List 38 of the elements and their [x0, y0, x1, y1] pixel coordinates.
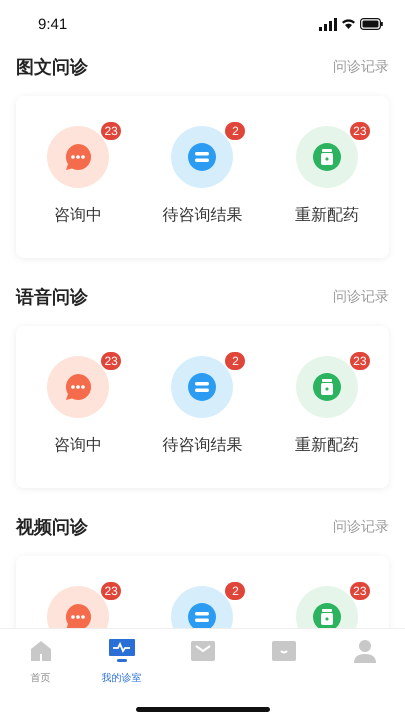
battery-icon: [360, 18, 383, 30]
monitor-icon: [108, 639, 134, 663]
count-badge: 23: [350, 122, 370, 140]
records-link[interactable]: 问诊记录: [333, 288, 389, 306]
status-label: 咨询中: [54, 435, 102, 456]
status-time: 9:41: [38, 16, 68, 32]
medicine-bottle-icon: [312, 143, 341, 171]
count-badge: 23: [101, 122, 122, 140]
equals-icon: [188, 373, 216, 401]
count-badge: 23: [350, 352, 370, 370]
signal-icon: [319, 18, 337, 30]
tab-item[interactable]: 我的诊室: [81, 639, 162, 720]
count-badge: 2: [225, 582, 246, 600]
section-title: 图文问诊: [16, 56, 88, 79]
status-label: 重新配药: [294, 435, 359, 456]
status-label: 咨询中: [54, 205, 102, 226]
count-badge: 23: [350, 582, 370, 600]
message-icon: [272, 639, 296, 663]
wifi-icon: [342, 19, 355, 29]
count-badge: 23: [101, 352, 122, 370]
records-link[interactable]: 问诊记录: [333, 58, 389, 76]
equals-icon: [188, 143, 216, 171]
status-label: 重新配药: [294, 205, 359, 226]
count-badge: 23: [101, 582, 122, 600]
envelope-icon: [190, 639, 214, 663]
section-title: 视频问诊: [16, 516, 88, 539]
tab-item[interactable]: 首页: [0, 639, 81, 720]
person-icon: [352, 639, 376, 663]
chat-bubble-icon: [64, 373, 92, 401]
count-badge: 2: [225, 352, 246, 370]
medicine-bottle-icon: [312, 373, 341, 401]
count-badge: 2: [225, 122, 246, 140]
chat-bubble-icon: [64, 143, 92, 171]
status-label: 待咨询结果: [162, 205, 242, 226]
records-link[interactable]: 问诊记录: [333, 518, 389, 536]
section-title: 语音问诊: [16, 286, 88, 309]
home-icon: [28, 639, 52, 663]
status-label: 待咨询结果: [162, 435, 242, 456]
